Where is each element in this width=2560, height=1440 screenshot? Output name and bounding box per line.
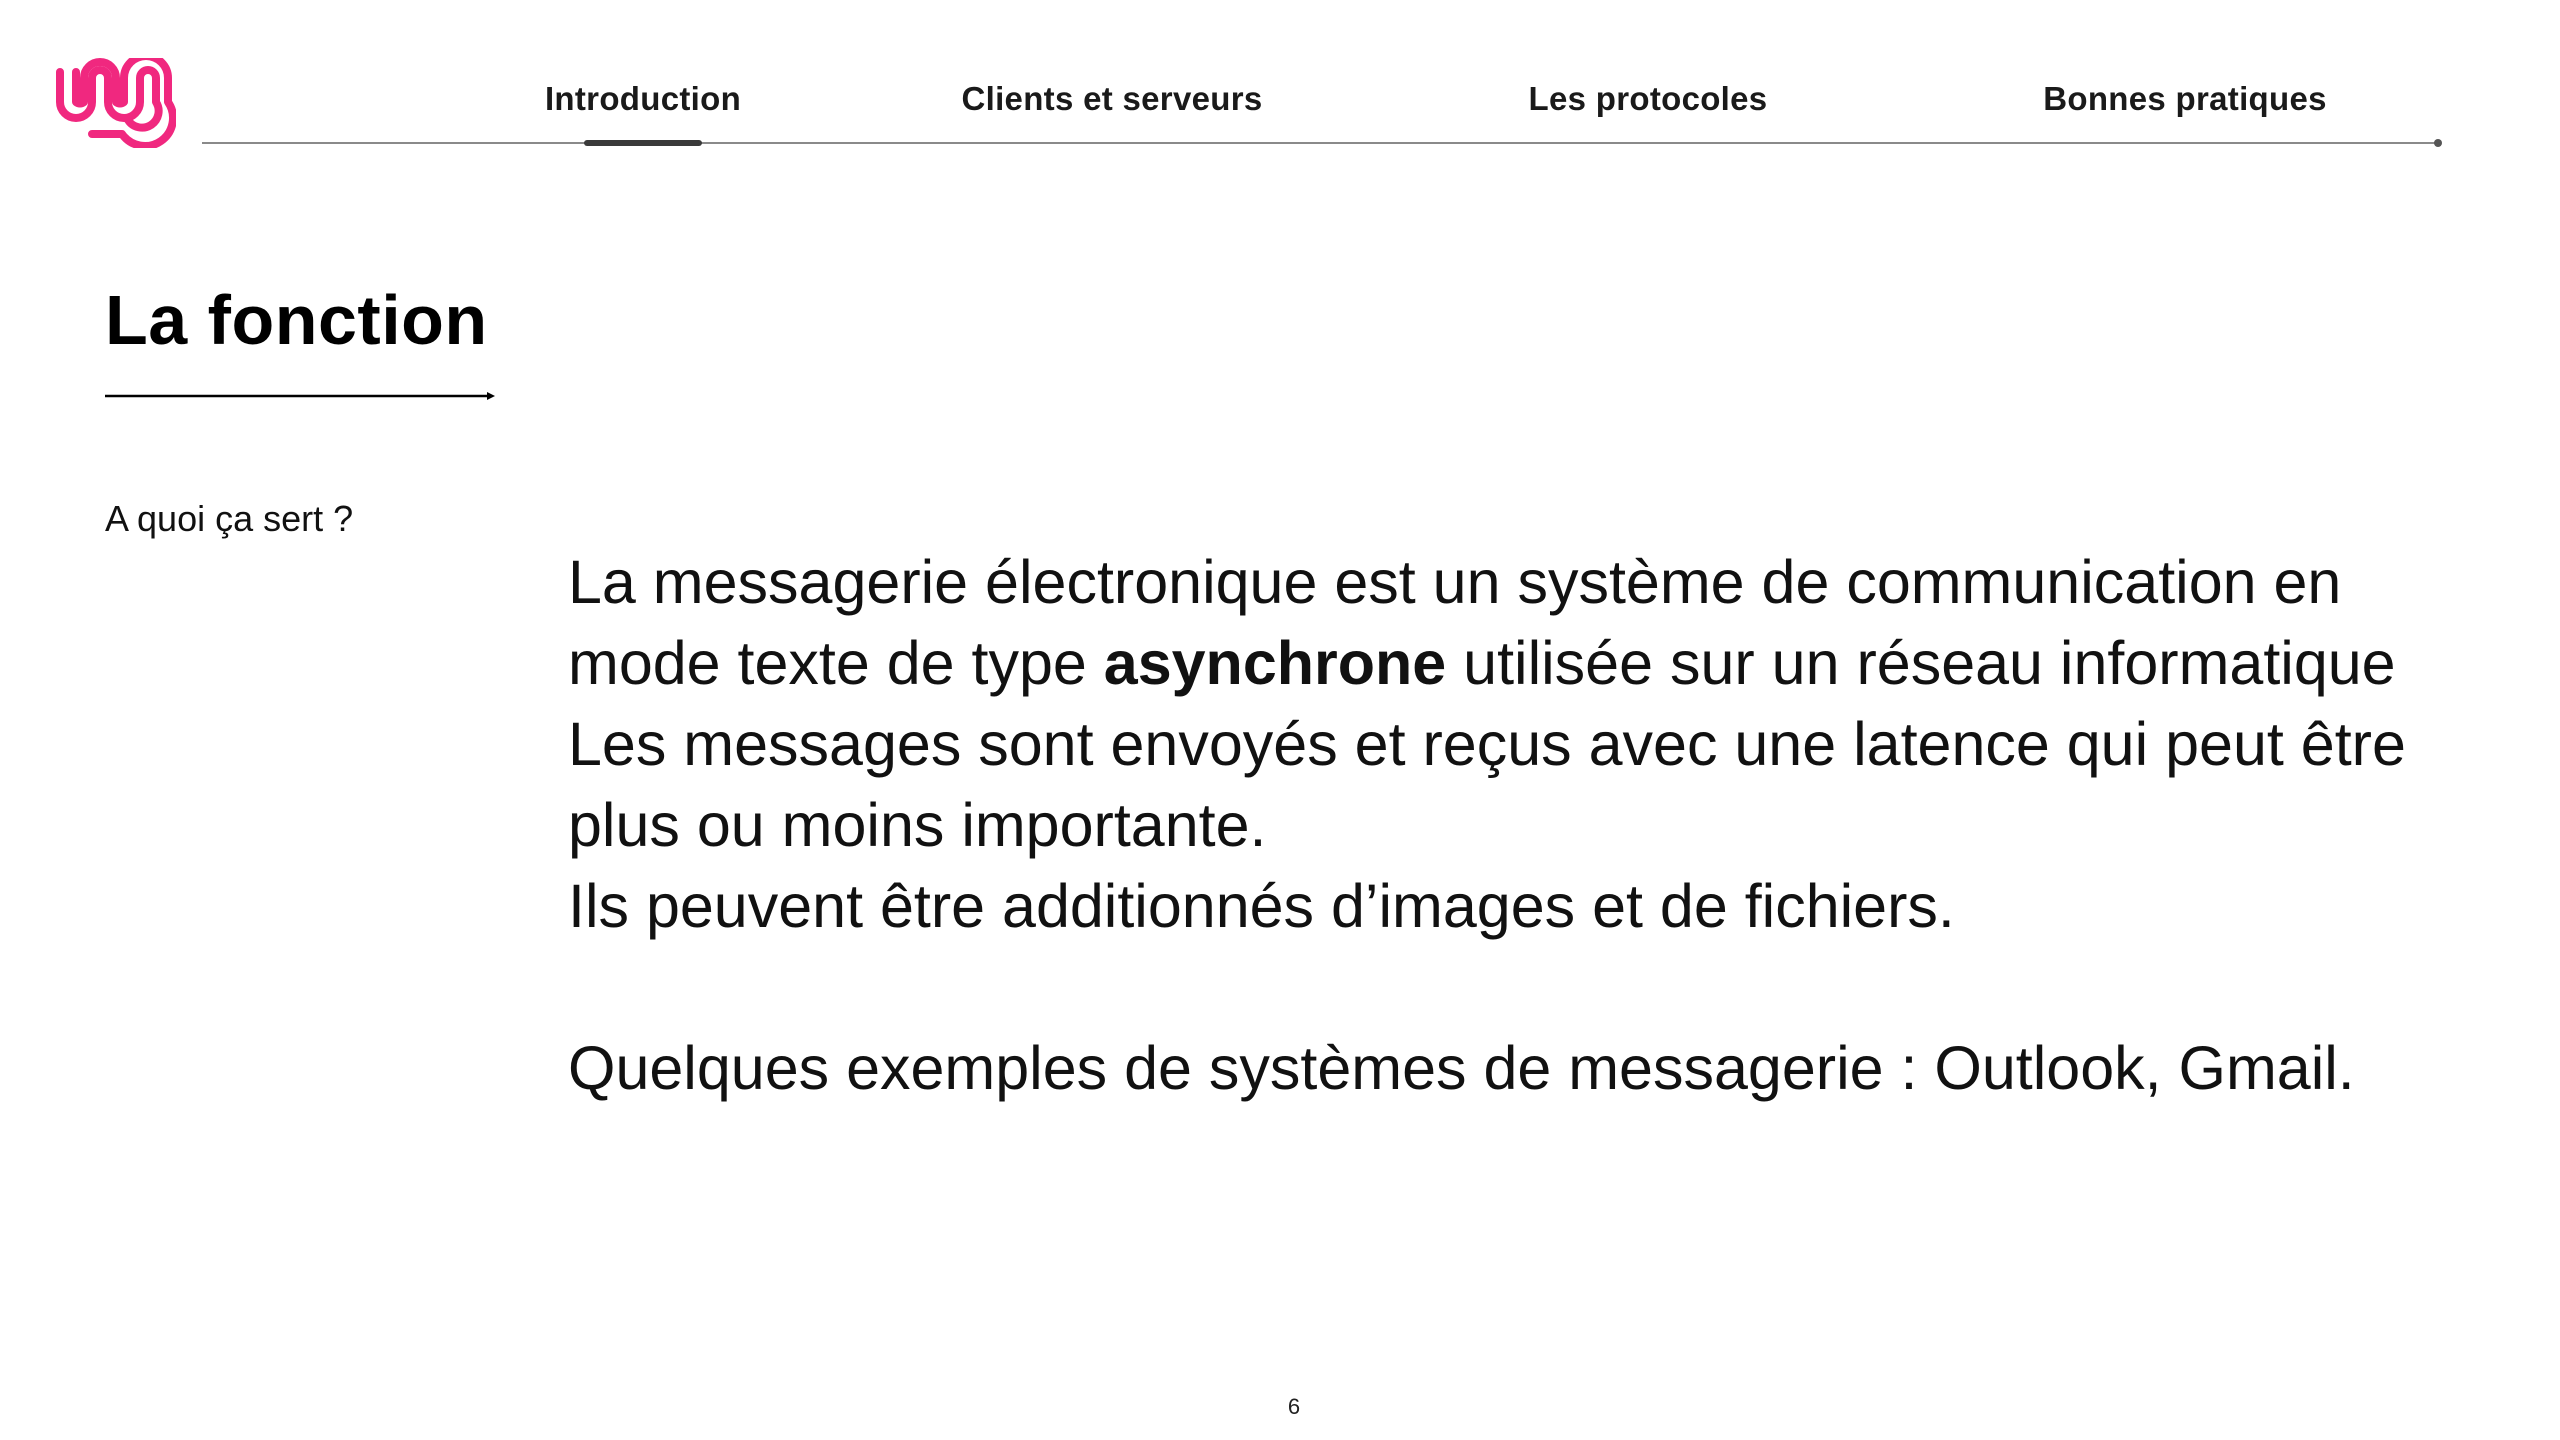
definition-bold-term: asynchrone (1103, 629, 1447, 697)
slide-body: La messagerie électronique est un systèm… (568, 542, 2488, 1109)
body-paragraph-definition: La messagerie électronique est un systèm… (568, 542, 2488, 704)
nav-item-introduction[interactable]: Introduction (545, 80, 741, 118)
slide-title: La fonction (105, 281, 488, 359)
active-tab-indicator (584, 140, 702, 146)
body-paragraph-attachments: Ils peuvent être additionnés d’images et… (568, 872, 1955, 940)
nav-item-bonnes-pratiques[interactable]: Bonnes pratiques (2043, 80, 2327, 118)
top-navigation: Introduction Clients et serveurs Les pro… (0, 0, 2560, 150)
nav-item-les-protocoles[interactable]: Les protocoles (1529, 80, 1768, 118)
nav-divider-line (202, 142, 2438, 144)
arrow-right-icon (105, 392, 495, 400)
slide-subtitle: A quoi ça sert ? (105, 498, 354, 539)
nav-line-end-dot (2434, 139, 2442, 147)
body-paragraph-examples: Quelques exemples de systèmes de message… (568, 1034, 2355, 1102)
page-number: 6 (1287, 1394, 1301, 1419)
body-paragraph-latency: Les messages sont envoyés et reçus avec … (568, 710, 2406, 859)
definition-text-end: utilisée sur un réseau informatique (1446, 629, 2396, 697)
nav-item-clients-et-serveurs[interactable]: Clients et serveurs (961, 80, 1262, 118)
